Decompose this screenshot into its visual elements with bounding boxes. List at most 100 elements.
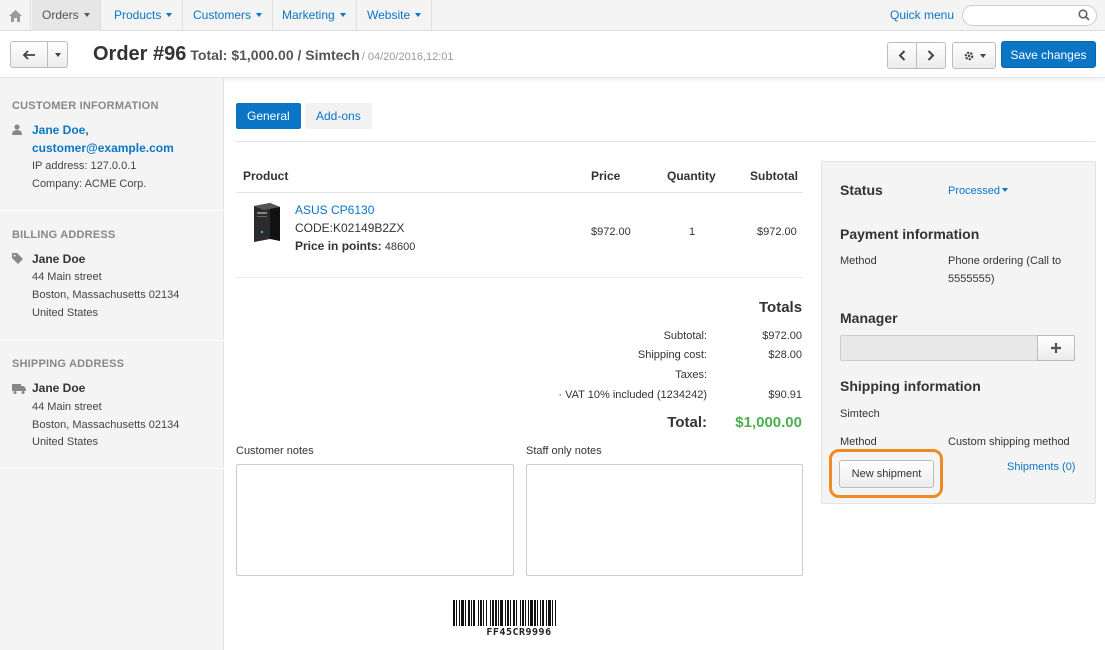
column-header-subtotal: Subtotal — [750, 169, 798, 183]
chevron-down-icon — [256, 13, 263, 17]
shipping-line2: Boston, Massachusetts 02134 — [32, 419, 180, 431]
shipping-company: Simtech — [840, 408, 880, 420]
product-thumbnail[interactable] — [248, 202, 284, 244]
search-input[interactable] — [971, 6, 1071, 25]
shipping-method-label: Method — [840, 436, 877, 448]
shipping-line1: 44 Main street — [32, 401, 102, 413]
status-value: Processed — [948, 185, 1000, 197]
barcode-bar — [528, 600, 529, 626]
barcode-bar — [537, 600, 538, 626]
barcode-text: FF45CR9996 — [486, 627, 552, 638]
product-points-label: Price in points: — [295, 239, 382, 253]
barcode-bar — [480, 600, 482, 626]
back-dropdown-button[interactable] — [47, 41, 68, 68]
customer-info-title: Customer information — [12, 100, 159, 112]
billing-line1: 44 Main street — [32, 271, 102, 283]
nav-orders[interactable]: Orders — [32, 0, 101, 31]
nav-website-label: Website — [367, 8, 411, 22]
order-total: Total: $1,000.00 / Simtech — [190, 47, 360, 63]
customer-notes-textarea[interactable] — [236, 464, 514, 576]
barcode-bar — [495, 600, 497, 626]
nav-marketing[interactable]: Marketing — [272, 0, 357, 31]
top-navigation: Orders Products Customers Marketing Webs… — [0, 0, 1105, 31]
barcode-bar — [490, 600, 491, 626]
nav-website[interactable]: Website — [357, 0, 433, 31]
search-icon[interactable] — [1078, 9, 1090, 24]
product-name-link[interactable]: ASUS CP6130 — [295, 203, 374, 217]
column-header-product: Product — [243, 169, 289, 183]
sidebar-divider — [0, 468, 224, 469]
order-date: / 04/20/2016,12:01 — [361, 51, 454, 63]
grand-total-value: $1,000.00 — [735, 414, 802, 431]
taxes-label: Taxes: — [675, 369, 707, 381]
payment-method-value: Phone ordering (Call to 5555555) — [948, 255, 1062, 285]
quick-menu-link[interactable]: Quick menu — [890, 0, 954, 31]
barcode-bar — [461, 600, 464, 626]
sidebar: Customer information Jane Doe, customer@… — [0, 78, 224, 650]
column-header-price: Price — [591, 169, 621, 183]
add-manager-button[interactable] — [1037, 335, 1075, 361]
chevron-right-icon — [927, 50, 935, 61]
save-changes-button[interactable]: Save changes — [1001, 41, 1096, 68]
chevron-down-icon — [83, 13, 90, 17]
prev-order-button[interactable] — [887, 42, 917, 69]
customer-notes-label: Customer notes — [236, 445, 314, 457]
subtotal-label: Subtotal: — [663, 330, 707, 342]
customer-ip: IP address: 127.0.0.1 — [32, 160, 137, 172]
back-button[interactable] — [10, 41, 48, 68]
nav-orders-label: Orders — [42, 8, 79, 22]
barcode-bar — [478, 600, 479, 626]
barcode-bar — [516, 600, 517, 626]
column-header-quantity: Quantity — [667, 169, 716, 183]
billing-address-title: Billing address — [12, 229, 116, 241]
barcode-bar — [510, 600, 511, 626]
totals-title: Totals — [759, 299, 803, 316]
barcode-bar — [546, 600, 547, 626]
barcode-bar — [471, 600, 472, 626]
barcode-bar — [456, 600, 457, 626]
status-dropdown[interactable]: Processed — [948, 185, 1008, 197]
barcode-bar — [548, 600, 551, 626]
barcode-bar — [542, 600, 544, 626]
tag-icon — [12, 253, 23, 267]
search-box — [962, 5, 1097, 26]
new-shipment-button[interactable]: New shipment — [839, 460, 934, 488]
shipments-link[interactable]: Shipments (0) — [1007, 461, 1075, 473]
shipping-address-title: Shipping address — [12, 358, 125, 370]
next-order-button[interactable] — [916, 42, 946, 69]
barcode-image — [453, 600, 556, 626]
chevron-down-icon — [339, 13, 346, 17]
page-title: Order #96 Total: $1,000.00 / Simtech/ 04/… — [93, 43, 454, 66]
nav-products[interactable]: Products — [104, 0, 184, 31]
vat-value: $90.91 — [768, 389, 802, 401]
barcode-bar — [552, 600, 553, 626]
back-arrow-icon — [22, 49, 35, 60]
tab-add-ons[interactable]: Add-ons — [305, 103, 372, 129]
barcode-bar — [453, 600, 455, 626]
barcode-bar — [555, 600, 556, 626]
barcode-bar — [534, 600, 536, 626]
home-icon[interactable] — [0, 0, 31, 31]
shipping-method-value: Custom shipping method — [948, 436, 1070, 448]
barcode-bar — [530, 600, 533, 626]
product-points-value: 48600 — [384, 241, 416, 253]
payment-method-label: Method — [840, 255, 877, 267]
tab-general[interactable]: General — [236, 103, 301, 129]
barcode-bar — [498, 600, 499, 626]
shipping-name: Jane Doe — [32, 381, 86, 395]
customer-email-link[interactable]: customer@example.com — [32, 141, 174, 155]
shipping-line3: United States — [32, 436, 99, 448]
nav-customers[interactable]: Customers — [183, 0, 274, 31]
staff-notes-textarea[interactable] — [526, 464, 803, 576]
chevron-down-icon — [54, 52, 61, 57]
page-header: Order #96 Total: $1,000.00 / Simtech/ 04/… — [0, 31, 1105, 78]
table-row-divider — [236, 277, 803, 278]
grand-total-label: Total: — [667, 414, 707, 431]
order-number: Order #96 — [93, 43, 187, 65]
manager-field[interactable] — [840, 335, 1038, 361]
chevron-down-icon — [166, 13, 173, 17]
customer-name-link[interactable]: Jane Doe, — [32, 123, 89, 137]
settings-button[interactable] — [952, 42, 996, 69]
chevron-left-icon — [898, 50, 906, 61]
chevron-down-icon — [979, 53, 986, 58]
